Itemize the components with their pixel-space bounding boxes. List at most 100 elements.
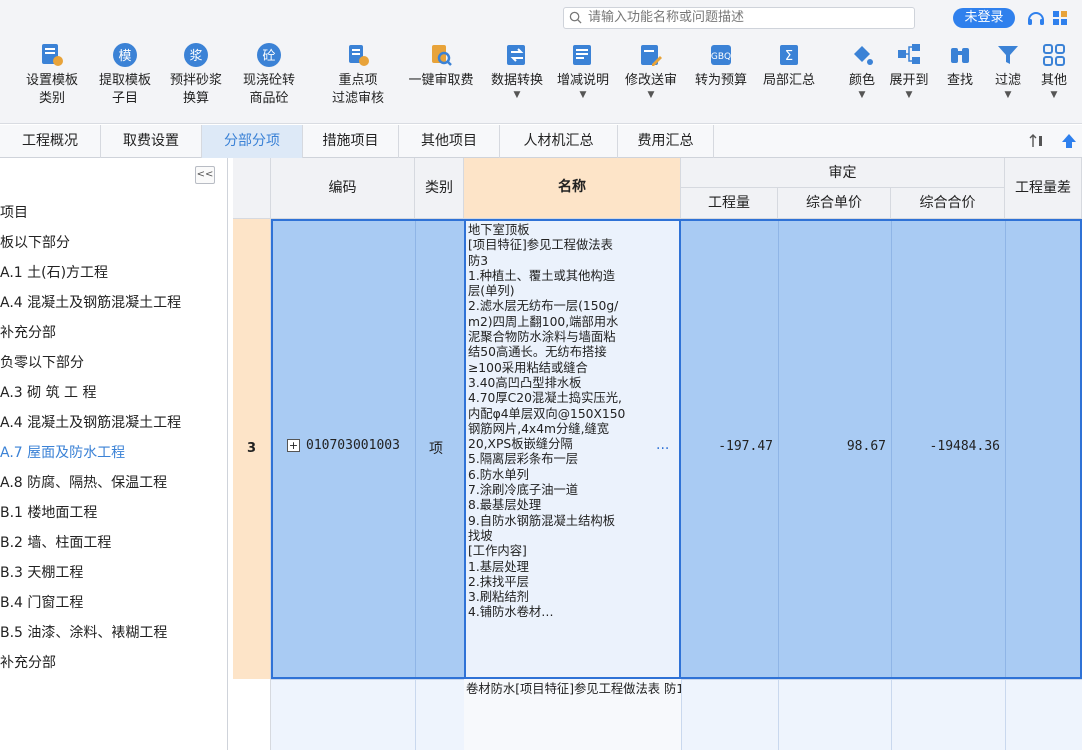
col-divider xyxy=(1005,679,1006,750)
tree-item[interactable]: B.1 楼地面工程 xyxy=(0,501,97,525)
tab-project-overview[interactable]: 工程概况 xyxy=(0,125,101,158)
name-cell[interactable]: 地下室顶板 [项目特征]参见工程做法表 防3 1.种植土、覆土或其他构造 层(单列) 2.… xyxy=(464,219,681,679)
tree-item-selected[interactable]: A.7 屋面及防水工程 xyxy=(0,441,125,465)
header-name[interactable]: 名称 xyxy=(464,158,681,219)
extract-template-button[interactable]: 模 提取模板 子目 xyxy=(93,36,157,108)
name-line: 钢筋网片,4x4m分缝,缝宽 xyxy=(468,421,610,436)
section-tree: << 项目 板以下部分 A.1 土(石)方工程 A.4 混凝土及钢筋混凝土工程 … xyxy=(0,158,228,750)
partial-summary-button[interactable]: Σ 局部汇总 xyxy=(756,36,822,90)
top-bar: 请输入功能名称或问题描述 未登录 xyxy=(0,0,1082,32)
kind-cell[interactable]: 项 xyxy=(429,438,443,458)
rb-label-1: 设置模板 xyxy=(25,73,78,88)
col-divider xyxy=(681,679,682,750)
tree-item[interactable]: 补充分部 xyxy=(0,321,56,345)
header-quantity[interactable]: 工程量 xyxy=(681,188,778,219)
collapse-panel-button[interactable]: << xyxy=(195,166,215,184)
audit-fee-button[interactable]: 一键审取费 xyxy=(402,36,480,90)
svg-text:GBQ: GBQ xyxy=(711,52,731,62)
headset-help-icon[interactable] xyxy=(1026,9,1046,29)
chevron-down-icon: ▼ xyxy=(905,90,913,100)
col-divider xyxy=(1005,221,1006,677)
unit-price-cell[interactable]: 98.67 xyxy=(780,439,886,454)
svg-text:Σ: Σ xyxy=(785,49,793,64)
tree-item[interactable]: B.2 墙、柱面工程 xyxy=(0,531,111,555)
arrow-up-icon[interactable] xyxy=(1060,132,1078,150)
edit-submit-button[interactable]: 修改送审 ▼ xyxy=(618,36,684,100)
expand-to-button[interactable]: 展开到 ▼ xyxy=(884,36,934,100)
rb-label-2: 换算 xyxy=(182,91,209,106)
rb-label-1: 过滤 xyxy=(994,73,1021,88)
tree-item[interactable]: 板以下部分 xyxy=(0,231,70,255)
partial-summary-icon: Σ xyxy=(780,45,798,65)
name-line: 9.自防水钢筋混凝土结构板 xyxy=(468,513,615,528)
search-placeholder: 请输入功能名称或问题描述 xyxy=(588,10,745,25)
tree-item[interactable]: B.4 门窗工程 xyxy=(0,591,83,615)
header-approved-group: 审定 xyxy=(681,158,1005,188)
code-cell[interactable]: +010703001003 xyxy=(287,438,400,453)
set-template-category-button[interactable]: 设置模板 类别 xyxy=(20,36,84,108)
row-index[interactable]: 3 xyxy=(233,219,271,679)
template-settings-icon xyxy=(42,44,63,66)
tab-measures[interactable]: 措施项目 xyxy=(303,125,399,158)
data-convert-button[interactable]: 数据转换 ▼ xyxy=(484,36,550,100)
tree-item[interactable]: A.4 混凝土及钢筋混凝土工程 xyxy=(0,291,181,315)
quantity-cell[interactable]: -197.47 xyxy=(683,439,773,454)
name-line: 卷材防水 xyxy=(466,682,516,696)
tree-item[interactable]: A.4 混凝土及钢筋混凝土工程 xyxy=(0,411,181,435)
tab-fee-settings[interactable]: 取费设置 xyxy=(101,125,202,158)
rb-label-2: 子目 xyxy=(111,91,138,106)
header-unit-price[interactable]: 综合单价 xyxy=(778,188,891,219)
tree-item[interactable]: A.1 土(石)方工程 xyxy=(0,261,108,285)
rb-label-1: 颜色 xyxy=(848,73,875,88)
name-line: 1.基层处理 xyxy=(468,559,529,574)
filter-icon xyxy=(998,46,1018,64)
header-code[interactable]: 编码 xyxy=(271,158,415,219)
login-button[interactable]: 未登录 xyxy=(953,8,1015,28)
tree-item[interactable]: A.3 砌 筑 工 程 xyxy=(0,381,97,405)
to-budget-button[interactable]: GBQ 转为预算 xyxy=(688,36,754,90)
expand-plus-icon[interactable]: + xyxy=(287,439,300,452)
key-item-filter-button[interactable]: 重点项 过滤审核 xyxy=(323,36,393,108)
row-index-2[interactable] xyxy=(233,679,271,750)
rb-label-1: 一键审取费 xyxy=(408,73,474,88)
name-cell-2[interactable]: 卷材防水[项目特征]参见工程做法表 防11.部位:顶板防水2.防水层:4厚耐根穿… xyxy=(464,679,681,750)
tree-item[interactable]: 项目 xyxy=(0,201,28,225)
col-divider xyxy=(415,221,416,677)
rb-label-1: 局部汇总 xyxy=(762,73,815,88)
rb-label-2: 类别 xyxy=(38,91,65,106)
color-button[interactable]: 颜色 ▼ xyxy=(842,36,882,100)
tree-item[interactable]: B.3 天棚工程 xyxy=(0,561,83,585)
more-button[interactable]: ··· xyxy=(656,441,669,457)
binoculars-find-icon xyxy=(951,48,969,63)
tab-other-items[interactable]: 其他项目 xyxy=(399,125,500,158)
tree-item[interactable]: 补充分部 xyxy=(0,651,56,675)
change-notes-button[interactable]: 增减说明 ▼ xyxy=(550,36,616,100)
function-search-input[interactable]: 请输入功能名称或问题描述 xyxy=(563,7,915,29)
name-line: 2.抹找平层 xyxy=(468,574,529,589)
chevron-down-icon: ▼ xyxy=(579,90,587,100)
app-grid-icon[interactable] xyxy=(1052,10,1072,28)
tab-items[interactable]: 分部分项 xyxy=(202,125,303,158)
concrete-convert-button[interactable]: 砼 现浇砼转 商品砼 xyxy=(237,36,301,108)
rb-label-1: 预拌砂浆 xyxy=(169,73,222,88)
tree-item[interactable]: A.8 防腐、隔热、保温工程 xyxy=(0,471,167,495)
sort-icon[interactable] xyxy=(1029,133,1045,149)
find-button[interactable]: 查找 xyxy=(940,36,980,90)
rb-label-1: 提取模板 xyxy=(98,73,151,88)
rb-label-1: 现浇砼转 xyxy=(242,73,295,88)
mortar-convert-button[interactable]: 浆 预拌砂浆 换算 xyxy=(164,36,228,108)
name-line: 20,XPS板嵌缝分隔 xyxy=(468,437,573,452)
tree-item[interactable]: 负零以下部分 xyxy=(0,351,84,375)
name-line: 7.涂刷冷底子油一道 xyxy=(468,483,579,498)
tab-cost-summary[interactable]: 费用汇总 xyxy=(618,125,714,158)
filter-button[interactable]: 过滤 ▼ xyxy=(988,36,1028,100)
header-kind[interactable]: 类别 xyxy=(415,158,464,219)
tree-item[interactable]: B.5 油漆、涂料、裱糊工程 xyxy=(0,621,167,645)
tab-labor-material-summary[interactable]: 人材机汇总 xyxy=(500,125,618,158)
svg-text:浆: 浆 xyxy=(189,49,202,64)
header-quantity-diff[interactable]: 工程量差 xyxy=(1005,158,1082,219)
other-button[interactable]: 其他 ▼ xyxy=(1032,36,1076,100)
header-total[interactable]: 综合合价 xyxy=(891,188,1005,219)
total-cell[interactable]: -19484.36 xyxy=(893,439,1000,454)
rb-label-1: 数据转换 xyxy=(490,73,543,88)
